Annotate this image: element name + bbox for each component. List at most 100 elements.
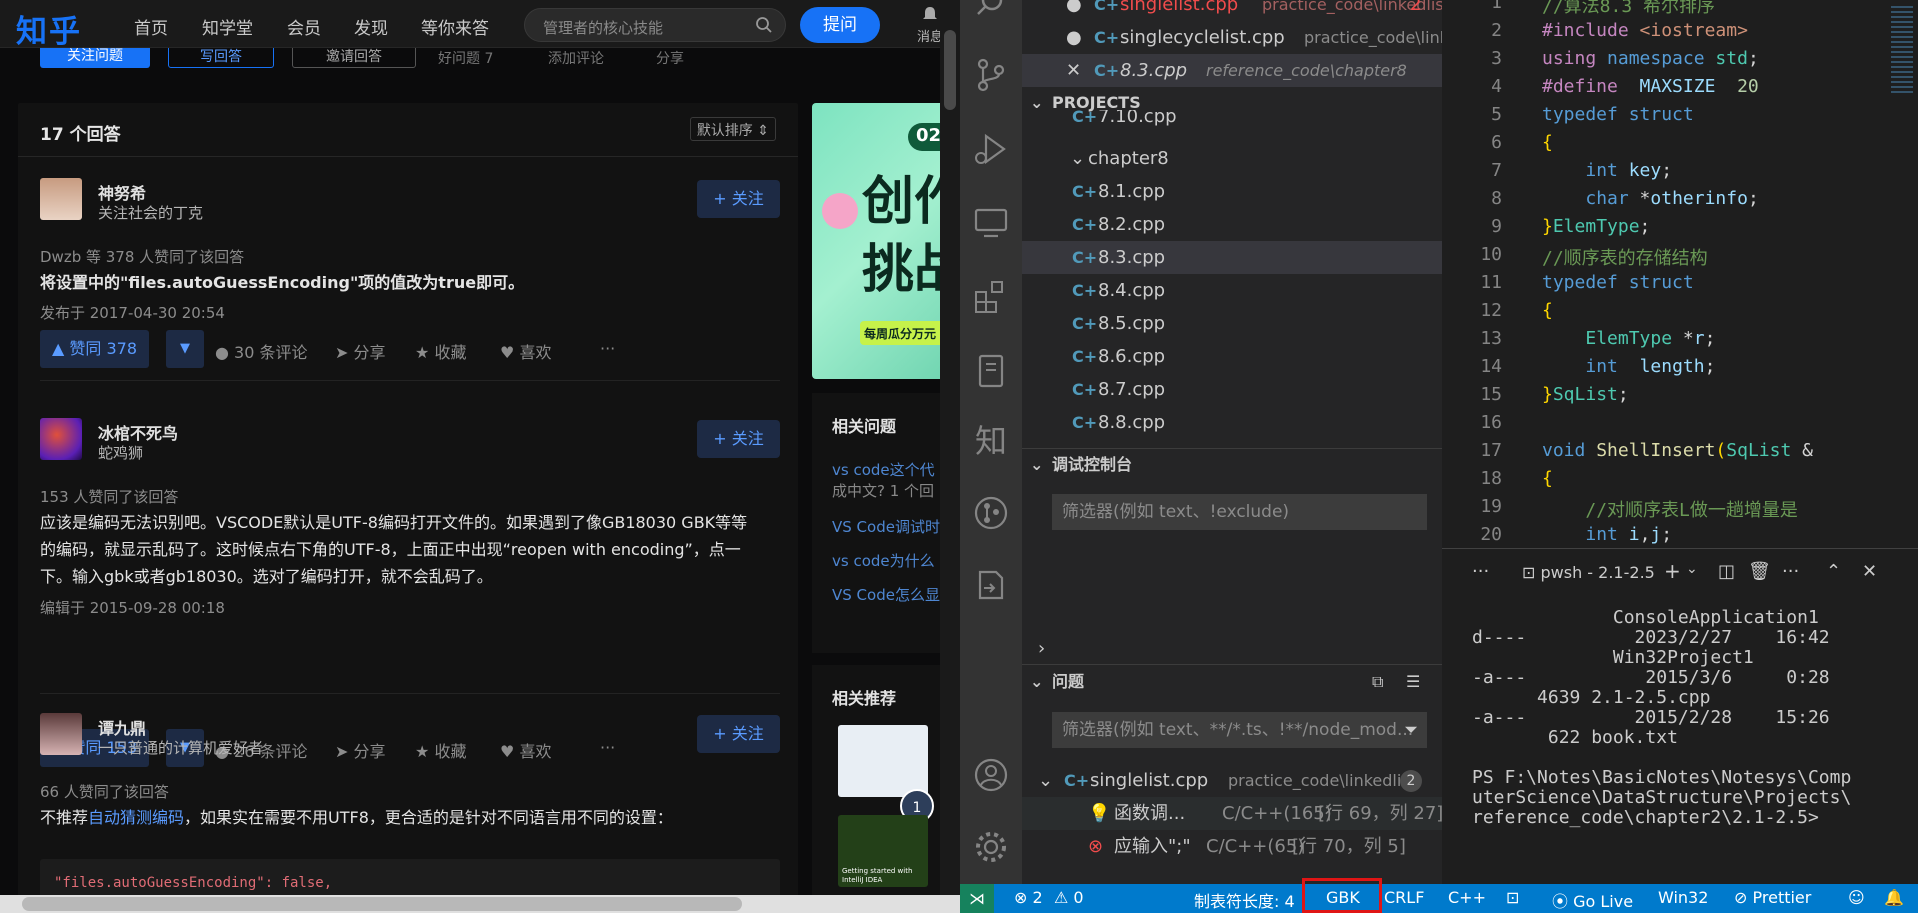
- tree-folder[interactable]: ⌄ chapter8: [1022, 142, 1442, 175]
- remote-indicator[interactable]: ⋊: [960, 884, 994, 913]
- terminal-selector[interactable]: ⊡ pwsh - 2.1-2.5: [1522, 563, 1655, 582]
- source-control-icon[interactable]: [972, 56, 1010, 94]
- tree-item[interactable]: C+ 8.6.cpp: [1022, 340, 1442, 373]
- related-question[interactable]: vs code这个代: [832, 459, 935, 480]
- more-actions-icon[interactable]: ···: [1782, 561, 1799, 582]
- downvote-button[interactable]: ▼: [166, 330, 204, 368]
- tab-size-indicator[interactable]: 制表符长度: 4: [1194, 888, 1295, 912]
- platform-indicator[interactable]: Win32: [1658, 888, 1708, 907]
- problem-file-row[interactable]: ⌄ C+ singlelist.cpp practice_code\linked…: [1022, 764, 1442, 797]
- horizontal-scrollbar-thumb[interactable]: [22, 897, 742, 911]
- invite-answer-button[interactable]: 邀请回答: [292, 48, 416, 68]
- zhihu-extension-icon[interactable]: 知: [972, 416, 1010, 460]
- debug-console-header[interactable]: ⌄ 调试控制台: [1022, 450, 1442, 480]
- eol-indicator[interactable]: CRLF: [1384, 888, 1424, 907]
- recommend-thumbnail[interactable]: Getting started with IntelliJ IDEA: [838, 815, 928, 887]
- more-button[interactable]: ···: [600, 339, 615, 358]
- view-as-list-icon[interactable]: ☰: [1406, 667, 1420, 697]
- vertical-scrollbar[interactable]: [940, 0, 960, 895]
- zhihu-logo[interactable]: 知乎: [16, 6, 82, 51]
- recommend-thumbnail[interactable]: [838, 725, 928, 797]
- prettier-indicator[interactable]: ⊘ Prettier: [1734, 888, 1811, 907]
- share-question-button[interactable]: 分享: [656, 48, 684, 68]
- avatar[interactable]: [40, 713, 82, 755]
- debug-filter-input[interactable]: 筛选器(例如 text、!exclude): [1052, 494, 1427, 530]
- search-input[interactable]: 管理者的核心技能: [524, 8, 786, 42]
- problems-header[interactable]: ⌄ 问题 ⧉ ☰: [1022, 667, 1442, 697]
- go-live-button[interactable]: ⦿ Go Live: [1552, 888, 1633, 912]
- lightbulb-icon[interactable]: 💡: [1088, 797, 1110, 830]
- follow-author-button[interactable]: + 关注: [697, 180, 780, 218]
- problem-row[interactable]: 💡 函数调... C/C++(165) [行 69，列 27]: [1022, 797, 1443, 830]
- add-comment-button[interactable]: 添加评论: [548, 48, 604, 68]
- chevron-right-icon[interactable]: ›: [1038, 638, 1045, 659]
- close-icon[interactable]: ✕: [1862, 561, 1877, 582]
- search-icon[interactable]: [972, 0, 1010, 24]
- share-button[interactable]: ➤ 分享: [335, 339, 386, 363]
- vertical-scrollbar-thumb[interactable]: [944, 30, 956, 110]
- avatar[interactable]: [40, 178, 82, 220]
- run-debug-icon[interactable]: [972, 130, 1010, 168]
- follow-author-button[interactable]: + 关注: [697, 420, 780, 458]
- collapse-all-icon[interactable]: ⧉: [1372, 667, 1383, 697]
- related-question[interactable]: vs code为什么: [832, 550, 935, 571]
- feedback-icon[interactable]: ☺: [1848, 888, 1865, 907]
- search-icon[interactable]: [755, 16, 773, 34]
- upvote-button[interactable]: ▲ 赞同 378: [40, 330, 150, 368]
- notebook-icon[interactable]: [972, 352, 1010, 390]
- collect-button[interactable]: ★ 收藏: [415, 339, 466, 363]
- nav-home[interactable]: 首页: [134, 14, 168, 39]
- tree-item[interactable]: C+ 8.2.cpp: [1022, 208, 1442, 241]
- nav-discover[interactable]: 发现: [354, 14, 388, 39]
- good-question-button[interactable]: 好问题 7: [438, 48, 493, 68]
- modified-dot-icon[interactable]: ●: [1066, 21, 1082, 54]
- tree-item[interactable]: C+ 8.7.cpp: [1022, 373, 1442, 406]
- problems-filter-input[interactable]: 筛选器(例如 text、**/*.ts、!**/node_mod... ⏷: [1052, 712, 1427, 748]
- new-terminal-icon[interactable]: +: [1664, 559, 1681, 583]
- language-indicator[interactable]: C++: [1448, 888, 1486, 907]
- tree-item[interactable]: C+ 8.4.cpp: [1022, 274, 1442, 307]
- comments-button[interactable]: ● 30 条评论: [215, 339, 308, 363]
- tree-item[interactable]: C+ 8.5.cpp: [1022, 307, 1442, 340]
- git-graph-icon[interactable]: [972, 494, 1010, 532]
- open-editor-item[interactable]: ● C+ singlelist.cpp practice_code\linked…: [1022, 0, 1450, 21]
- tree-item[interactable]: C+ 8.1.cpp: [1022, 175, 1442, 208]
- errors-indicator[interactable]: ⊗ 2: [1014, 888, 1043, 907]
- split-terminal-icon[interactable]: ◫: [1718, 561, 1735, 582]
- promo-banner[interactable]: 02. 创作 挑战 每周瓜分万元: [812, 103, 952, 379]
- avatar[interactable]: [40, 418, 82, 460]
- gear-icon[interactable]: [972, 828, 1010, 866]
- write-answer-button[interactable]: 写回答: [168, 48, 274, 68]
- edit-time[interactable]: 编辑于 2015-09-28 00:18: [40, 597, 225, 618]
- tree-item[interactable]: C+ 7.10.cpp: [1022, 110, 1442, 134]
- bell-icon[interactable]: 🔔: [1884, 888, 1904, 907]
- trash-icon[interactable]: 🗑: [1748, 561, 1771, 582]
- auto-guess-link[interactable]: 自动猜测编码: [88, 808, 184, 827]
- author-name[interactable]: 冰棺不死鸟: [98, 420, 178, 444]
- extensions-icon[interactable]: [972, 278, 1010, 316]
- like-button[interactable]: ♥ 喜欢: [500, 339, 551, 363]
- tree-item-selected[interactable]: C+ 8.3.cpp: [1022, 241, 1442, 274]
- terminal-icon[interactable]: ⊡: [1506, 888, 1519, 907]
- ask-button[interactable]: 提问: [800, 7, 880, 43]
- open-editor-item-active[interactable]: ✕ C+ 8.3.cpp reference_code\chapter8: [1022, 54, 1442, 87]
- minimap[interactable]: [1887, 0, 1918, 548]
- terminal-panel[interactable]: ··· ⊡ pwsh - 2.1-2.5 + ⌄ ◫ 🗑 ··· ⌃ ✕ Con…: [1442, 548, 1918, 884]
- chevron-up-icon[interactable]: ⌃: [1826, 561, 1841, 582]
- related-question[interactable]: VS Code调试时: [832, 516, 940, 537]
- nav-zhixuetang[interactable]: 知学堂: [202, 14, 253, 39]
- code-editor[interactable]: 1 2 3 4 5 6 7 8 9 10 11 12 13 14 15 16 17 18 19 20 //算法8.3 …: [1442, 0, 1918, 548]
- filter-icon[interactable]: ⏷: [1404, 713, 1418, 747]
- problem-row[interactable]: ⊗ 应输入";" C/C++(65) [行 70，列 5]: [1022, 830, 1442, 863]
- open-editor-item[interactable]: ● C+ singlecyclelist.cpp practice_code\l…: [1022, 21, 1492, 54]
- related-question[interactable]: VS Code怎么显: [832, 584, 940, 605]
- nav-vip[interactable]: 会员: [287, 14, 321, 39]
- account-icon[interactable]: [972, 756, 1010, 794]
- nav-waiting[interactable]: 等你来答: [421, 14, 489, 39]
- tree-item[interactable]: C+ 8.8.cpp: [1022, 406, 1442, 439]
- modified-dot-icon[interactable]: ●: [1066, 0, 1082, 21]
- export-icon[interactable]: [972, 566, 1010, 604]
- author-name[interactable]: 神努希: [98, 180, 146, 204]
- remote-explorer-icon[interactable]: [972, 204, 1010, 242]
- sort-select[interactable]: 默认排序 ⇕: [689, 117, 776, 141]
